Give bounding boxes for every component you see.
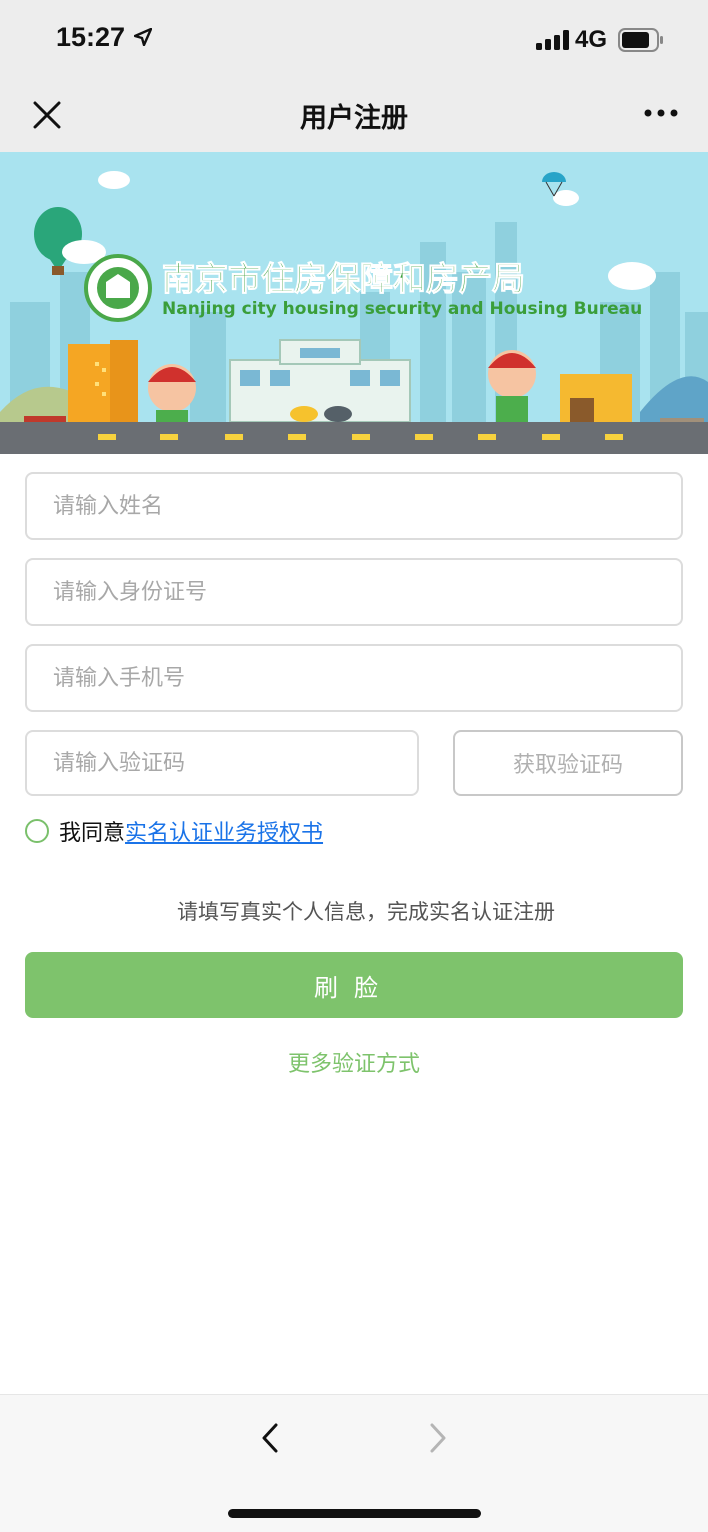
bottom-toolbar <box>0 1394 708 1532</box>
hint-text: 请填写真实个人信息，完成实名认证注册 <box>177 900 555 924</box>
authorization-link[interactable]: 实名认证业务授权书 <box>125 815 323 847</box>
name-input[interactable] <box>27 474 681 538</box>
banner-title-en: Nanjing city housing security and Housin… <box>162 299 642 319</box>
id-number-input[interactable] <box>27 560 681 624</box>
chevron-left-icon[interactable] <box>256 1421 284 1455</box>
agree-prefix: 我同意 <box>59 821 126 846</box>
status-bar: 15:27 4G <box>0 0 708 80</box>
name-field[interactable] <box>25 472 683 540</box>
phone-input[interactable] <box>27 646 681 710</box>
more-dots-icon[interactable] <box>644 108 678 118</box>
verification-code-input[interactable] <box>27 732 417 794</box>
banner-title-cn: 南京市住房保障和房产局 <box>162 259 525 298</box>
network-type: 4G <box>575 26 608 53</box>
id-number-field[interactable] <box>25 558 683 626</box>
more-verification-link[interactable]: 更多验证方式 <box>0 1046 708 1078</box>
location-arrow-icon <box>134 28 152 46</box>
status-time: 15:27 <box>56 22 126 52</box>
phone-field[interactable] <box>25 644 683 712</box>
nav-bar: 用户注册 <box>0 80 708 152</box>
banner-image: 南京市住房保障和房产局 Nanjing city housing securit… <box>0 152 708 454</box>
get-code-button[interactable]: 获取验证码 <box>453 730 683 796</box>
verification-code-field[interactable] <box>25 730 419 796</box>
face-scan-button[interactable]: 刷脸 <box>25 952 683 1018</box>
signal-bars-icon <box>536 30 569 50</box>
battery-icon <box>618 28 663 52</box>
agreement-row: 我同意 实名认证业务授权书 <box>25 816 323 846</box>
agree-checkbox[interactable] <box>25 819 49 843</box>
page-title: 用户注册 <box>300 103 408 134</box>
home-indicator[interactable] <box>228 1509 481 1518</box>
chevron-right-icon[interactable] <box>424 1421 452 1455</box>
